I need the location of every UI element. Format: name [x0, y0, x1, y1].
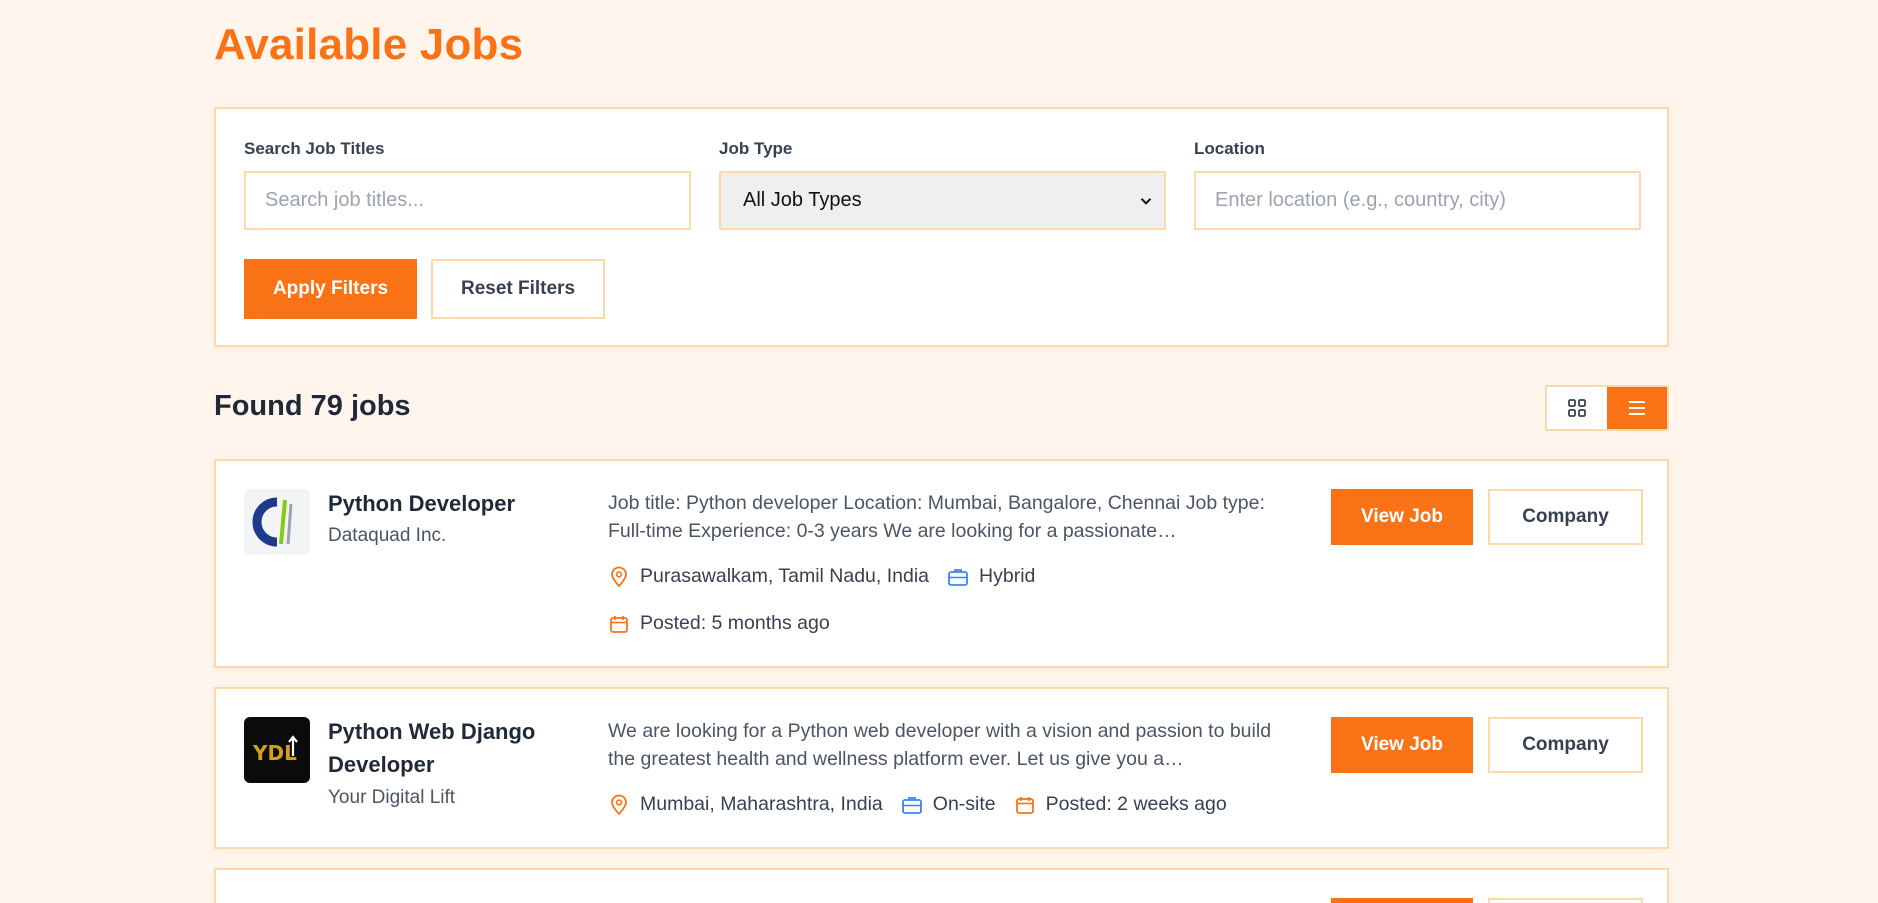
ydl-logo-text: YDL	[252, 741, 297, 765]
company-button[interactable]: Company	[1488, 489, 1643, 545]
job-type-select[interactable]: All Job Types	[719, 171, 1166, 230]
job-title[interactable]: Python Web Django Developer	[328, 715, 558, 781]
job-card	[214, 868, 1669, 903]
job-meta-row: Purasawalkam, Tamil Nadu, India Hybrid	[608, 565, 1035, 588]
grid-icon	[1568, 399, 1586, 417]
company-button[interactable]	[1488, 898, 1643, 903]
job-type-selected: All Job Types	[743, 189, 862, 211]
list-icon	[1629, 401, 1645, 415]
list-view-button[interactable]	[1607, 387, 1667, 429]
job-posted-row: Posted: 5 months ago	[608, 612, 830, 635]
location-pin-icon	[608, 566, 630, 588]
job-location: Purasawalkam, Tamil Nadu, India	[640, 565, 930, 587]
job-card: YDL Python Web Django Developer Your Dig…	[214, 687, 1669, 849]
job-meta-row: Mumbai, Maharashtra, India On-site Poste…	[608, 793, 1227, 816]
work-mode: On-site	[932, 793, 996, 815]
briefcase-icon	[901, 794, 923, 816]
job-description: We are looking for a Python web develope…	[608, 720, 1272, 770]
job-location: Mumbai, Maharashtra, India	[640, 793, 883, 815]
work-mode: Hybrid	[979, 565, 1036, 587]
company-logo: YDL	[244, 717, 310, 783]
apply-filters-button[interactable]: Apply Filters	[244, 259, 417, 319]
posted-date: Posted: 5 months ago	[640, 612, 830, 634]
job-title[interactable]: Python Developer	[328, 487, 558, 520]
location-input[interactable]: Enter location (e.g., country, city)	[1194, 171, 1641, 230]
grid-view-button[interactable]	[1547, 387, 1607, 429]
view-job-button[interactable]: View Job	[1331, 717, 1473, 773]
reset-filters-button[interactable]: Reset Filters	[431, 259, 605, 319]
calendar-icon	[1014, 794, 1036, 816]
search-input[interactable]: Search job titles...	[244, 171, 691, 230]
chevron-down-icon	[1140, 197, 1152, 205]
job-description: Job title: Python developer Location: Mu…	[608, 492, 1265, 542]
company-name: Dataquad Inc.	[328, 525, 447, 546]
job-type-field-group: Job Type All Job Types	[719, 139, 1166, 230]
search-field-group: Search Job Titles Search job titles...	[244, 139, 691, 230]
location-pin-icon	[608, 794, 630, 816]
company-name: Your Digital Lift	[328, 787, 456, 808]
view-toggle	[1545, 385, 1669, 431]
posted-date: Posted: 2 weeks ago	[1045, 793, 1227, 815]
company-logo	[244, 489, 310, 555]
view-job-button[interactable]: View Job	[1331, 489, 1473, 545]
company-button[interactable]: Company	[1488, 717, 1643, 773]
ydl-logo: YDL	[252, 735, 298, 765]
job-type-label: Job Type	[719, 139, 793, 158]
dataquad-logo	[252, 497, 293, 547]
view-job-button[interactable]	[1331, 898, 1473, 903]
briefcase-icon	[947, 566, 969, 588]
results-count: Found 79 jobs	[214, 390, 411, 422]
location-field-group: Location Enter location (e.g., country, …	[1194, 139, 1641, 230]
location-label: Location	[1194, 139, 1265, 158]
calendar-icon	[608, 613, 630, 635]
job-card: Python Developer Dataquad Inc. Job title…	[214, 459, 1669, 668]
search-label: Search Job Titles	[244, 139, 385, 158]
page-title: Available Jobs	[214, 20, 524, 69]
filter-panel: Search Job Titles Search job titles... J…	[214, 107, 1669, 347]
